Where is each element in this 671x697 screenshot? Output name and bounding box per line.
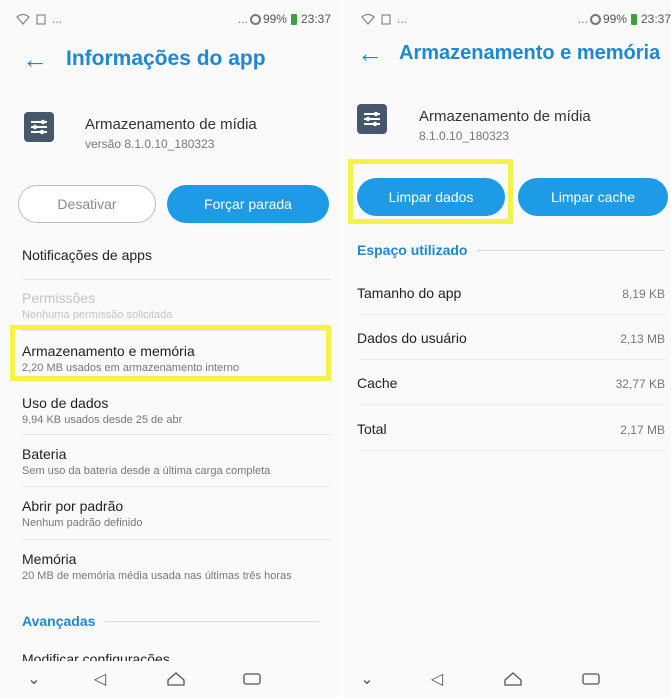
app-name: Armazenamento de mídia bbox=[85, 116, 257, 133]
section-title: Avançadas bbox=[22, 613, 96, 629]
list-item-permissions: Permissões Nenhuma permissão solicitada bbox=[22, 290, 319, 321]
divider bbox=[22, 539, 331, 540]
section-divider bbox=[477, 249, 665, 251]
sync-icon bbox=[249, 13, 261, 25]
app-icon bbox=[24, 112, 54, 142]
highlight-box bbox=[10, 325, 331, 381]
row-value: 2,13 MB bbox=[620, 332, 665, 346]
chevron-down-icon[interactable]: ⌄ bbox=[22, 667, 46, 691]
divider bbox=[357, 359, 665, 360]
list-item-battery[interactable]: Bateria Sem uso da bateria desde a últim… bbox=[22, 446, 319, 477]
table-row: Tamanho do app 8,19 KB bbox=[357, 285, 665, 301]
chevron-down-icon[interactable]: ⌄ bbox=[355, 667, 379, 691]
row-value: 2,17 MB bbox=[620, 423, 665, 437]
section-divider bbox=[105, 620, 319, 622]
table-row: Cache 32,77 KB bbox=[357, 375, 665, 391]
notification-icon bbox=[36, 13, 46, 25]
row-label: Total bbox=[357, 421, 387, 437]
clear-cache-button[interactable]: Limpar cache bbox=[518, 178, 668, 216]
list-item-data-usage[interactable]: Uso de dados 9,94 KB usados desde 25 de … bbox=[22, 395, 319, 426]
item-subtitle: 9,94 KB usados desde 25 de abr bbox=[22, 414, 183, 426]
item-title: Abrir por padrão bbox=[22, 498, 124, 514]
item-subtitle: 20 MB de memória média usada nas últimas… bbox=[22, 570, 292, 582]
page-title: Armazenamento e memória bbox=[399, 41, 661, 64]
app-name: Armazenamento de mídia bbox=[419, 108, 591, 125]
force-stop-button[interactable]: Forçar parada bbox=[167, 185, 329, 223]
row-value: 8,19 KB bbox=[622, 287, 665, 301]
item-subtitle: Sem uso da bateria desde a última carga … bbox=[22, 465, 271, 477]
app-bar: ← Informações do app bbox=[22, 46, 341, 72]
row-label: Tamanho do app bbox=[357, 285, 462, 301]
app-version: 8.1.0.10_180323 bbox=[419, 129, 510, 143]
app-icon bbox=[357, 104, 387, 134]
status-dots: ... bbox=[577, 12, 588, 26]
app-info-screen: ... ... 99% 23:37 ← Informações do app A… bbox=[0, 0, 341, 697]
row-value: 32,77 KB bbox=[615, 377, 665, 391]
row-label: Cache bbox=[357, 375, 398, 391]
battery-icon bbox=[290, 13, 297, 25]
status-bar: ... ... 99% 23:37 bbox=[0, 0, 341, 36]
list-item-open-by-default[interactable]: Abrir por padrão Nenhum padrão definido bbox=[22, 498, 319, 529]
item-title: Permissões bbox=[22, 290, 96, 306]
page-title: Informações do app bbox=[66, 47, 266, 70]
section-header-used-space: Espaço utilizado bbox=[357, 242, 665, 258]
item-title: Notificações de apps bbox=[22, 247, 152, 263]
item-title: Memória bbox=[22, 551, 77, 567]
divider bbox=[357, 404, 665, 405]
list-item-memory[interactable]: Memória 20 MB de memória média usada nas… bbox=[22, 551, 319, 582]
table-row: Dados do usuário 2,13 MB bbox=[357, 330, 665, 346]
item-subtitle: Nenhuma permissão solicitada bbox=[22, 309, 173, 321]
table-row: Total 2,17 MB bbox=[357, 421, 665, 437]
recent-apps-icon[interactable] bbox=[579, 667, 603, 691]
clock: 23:37 bbox=[640, 12, 671, 26]
row-label: Dados do usuário bbox=[357, 330, 467, 346]
status-bar: ... ... 99% 23:37 bbox=[343, 0, 671, 36]
sync-icon bbox=[589, 13, 601, 25]
clear-data-button[interactable]: Limpar dados bbox=[357, 178, 505, 216]
app-version: versão 8.1.0.10_180323 bbox=[85, 137, 215, 151]
item-title: Bateria bbox=[22, 446, 67, 462]
back-arrow-icon[interactable]: ← bbox=[22, 46, 48, 72]
app-bar: ← Armazenamento e memória bbox=[357, 40, 671, 66]
recent-apps-icon[interactable] bbox=[240, 667, 264, 691]
section-header-advanced: Avançadas bbox=[22, 613, 319, 629]
battery-percent: 99% bbox=[262, 12, 287, 26]
back-arrow-icon[interactable]: ← bbox=[357, 40, 383, 66]
status-dots: ... bbox=[237, 12, 248, 26]
wifi-icon bbox=[16, 13, 30, 25]
back-triangle-icon[interactable]: ◁ bbox=[425, 667, 449, 691]
section-title: Espaço utilizado bbox=[357, 242, 468, 258]
item-title: Uso de dados bbox=[22, 395, 109, 411]
battery-percent: 99% bbox=[602, 12, 627, 26]
battery-icon bbox=[630, 13, 637, 25]
status-dots: ... bbox=[397, 12, 408, 26]
home-icon[interactable] bbox=[501, 667, 525, 691]
navigation-bar: ⌄ ◁ bbox=[0, 661, 341, 697]
divider bbox=[357, 314, 665, 315]
divider bbox=[22, 486, 331, 487]
item-subtitle: Nenhum padrão definido bbox=[22, 517, 143, 529]
home-icon[interactable] bbox=[164, 667, 188, 691]
divider bbox=[22, 279, 331, 280]
storage-memory-screen: ... ... 99% 23:37 ← Armazenamento e memó… bbox=[343, 0, 671, 697]
clock: 23:37 bbox=[300, 12, 331, 26]
divider bbox=[357, 450, 665, 451]
list-item-notifications[interactable]: Notificações de apps bbox=[22, 247, 319, 263]
disable-button[interactable]: Desativar bbox=[18, 185, 156, 223]
divider bbox=[22, 434, 331, 435]
navigation-bar: ⌄ ◁ bbox=[343, 661, 671, 697]
back-triangle-icon[interactable]: ◁ bbox=[88, 667, 112, 691]
status-dots: ... bbox=[52, 12, 63, 26]
notification-icon bbox=[381, 13, 391, 25]
wifi-icon bbox=[361, 13, 375, 25]
